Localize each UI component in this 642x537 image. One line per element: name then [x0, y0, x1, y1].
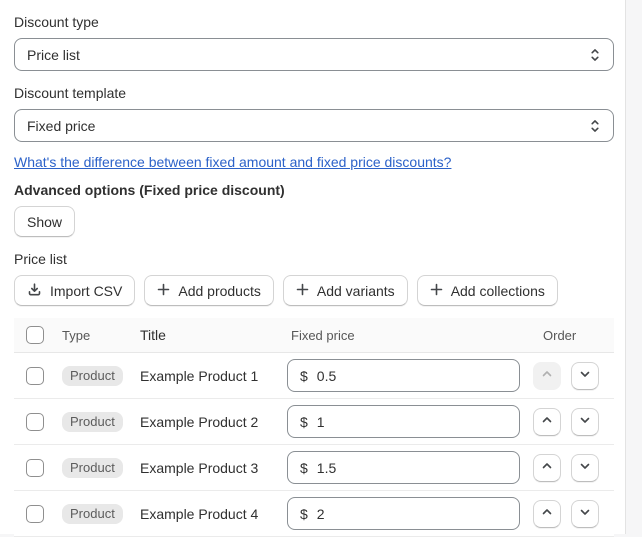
move-up-button: [533, 361, 561, 390]
plus-icon: [157, 283, 170, 299]
fixed-price-field: $: [287, 359, 520, 392]
move-down-button[interactable]: [571, 453, 599, 482]
table-row: Product Example Product 2 $: [14, 399, 614, 445]
add-variants-label: Add variants: [316, 282, 395, 299]
type-badge: Product: [62, 411, 123, 432]
chevron-up-icon: [540, 505, 554, 522]
column-header-order: Order: [543, 327, 577, 343]
fixed-price-input[interactable]: [316, 459, 507, 476]
chevron-up-icon: [540, 459, 554, 476]
move-down-button[interactable]: [571, 499, 599, 528]
advanced-options-heading: Advanced options (Fixed price discount): [14, 182, 285, 198]
discount-type-select[interactable]: Price list: [14, 38, 614, 71]
add-products-button[interactable]: Add products: [144, 275, 274, 306]
fixed-price-field: $: [287, 405, 520, 438]
product-title: Example Product 4: [140, 505, 259, 522]
product-title: Example Product 2: [140, 413, 259, 430]
add-collections-label: Add collections: [450, 282, 545, 299]
column-header-fixed-price: Fixed price: [291, 327, 355, 343]
type-badge: Product: [62, 457, 123, 478]
column-header-title: Title: [140, 327, 166, 343]
currency-prefix: $: [300, 413, 308, 430]
product-title: Example Product 1: [140, 367, 259, 384]
price-list-table: Type Title Fixed price Order Product Exa…: [14, 318, 614, 537]
show-advanced-button[interactable]: Show: [14, 206, 76, 237]
fixed-price-field: $: [287, 497, 520, 530]
currency-prefix: $: [300, 505, 308, 522]
move-down-button[interactable]: [571, 361, 599, 390]
price-list-toolbar: Import CSV Add products Add variants Add…: [14, 275, 614, 306]
discount-template-field: Fixed price: [14, 109, 614, 142]
discount-template-label: Discount template: [14, 85, 127, 101]
import-csv-label: Import CSV: [50, 282, 123, 299]
plus-icon: [430, 283, 443, 299]
product-title: Example Product 3: [140, 459, 259, 476]
row-checkbox[interactable]: [26, 366, 44, 385]
row-checkbox[interactable]: [26, 504, 44, 523]
select-all-checkbox[interactable]: [26, 326, 44, 344]
add-collections-button[interactable]: Add collections: [416, 275, 558, 306]
table-header-row: Type Title Fixed price Order: [14, 318, 614, 353]
move-up-button[interactable]: [533, 499, 561, 528]
row-checkbox[interactable]: [26, 458, 44, 477]
download-icon: [27, 282, 42, 300]
move-down-button[interactable]: [571, 407, 599, 436]
discount-type-field: Price list: [14, 38, 614, 71]
chevron-down-icon: [578, 367, 592, 384]
fixed-price-input[interactable]: [316, 505, 507, 522]
row-checkbox[interactable]: [26, 412, 44, 431]
chevron-down-icon: [578, 459, 592, 476]
price-list-label: Price list: [14, 251, 67, 267]
table-row: Product Example Product 3 $: [14, 445, 614, 491]
fixed-price-input[interactable]: [316, 367, 507, 384]
discount-template-select[interactable]: Fixed price: [14, 109, 614, 142]
column-header-type: Type: [62, 327, 91, 343]
move-up-button[interactable]: [533, 407, 561, 436]
currency-prefix: $: [300, 459, 308, 476]
currency-prefix: $: [300, 367, 308, 384]
add-variants-button[interactable]: Add variants: [282, 275, 408, 306]
difference-help-link[interactable]: What's the difference between fixed amou…: [14, 152, 451, 172]
table-row: Product Example Product 4 $: [14, 491, 614, 537]
chevron-down-icon: [578, 505, 592, 522]
chevron-up-icon: [540, 367, 554, 384]
table-row: Product Example Product 1 $: [14, 353, 614, 399]
move-up-button[interactable]: [533, 453, 561, 482]
fixed-price-field: $: [287, 451, 520, 484]
plus-icon: [296, 283, 309, 299]
import-csv-button[interactable]: Import CSV: [14, 275, 136, 306]
chevron-down-icon: [578, 413, 592, 430]
discount-form-panel: Discount type Price list Discount templa…: [0, 0, 626, 537]
type-badge: Product: [62, 503, 123, 524]
discount-type-label: Discount type: [14, 14, 99, 30]
add-products-label: Add products: [178, 282, 261, 299]
fixed-price-input[interactable]: [316, 413, 507, 430]
type-badge: Product: [62, 365, 123, 386]
chevron-up-icon: [540, 413, 554, 430]
